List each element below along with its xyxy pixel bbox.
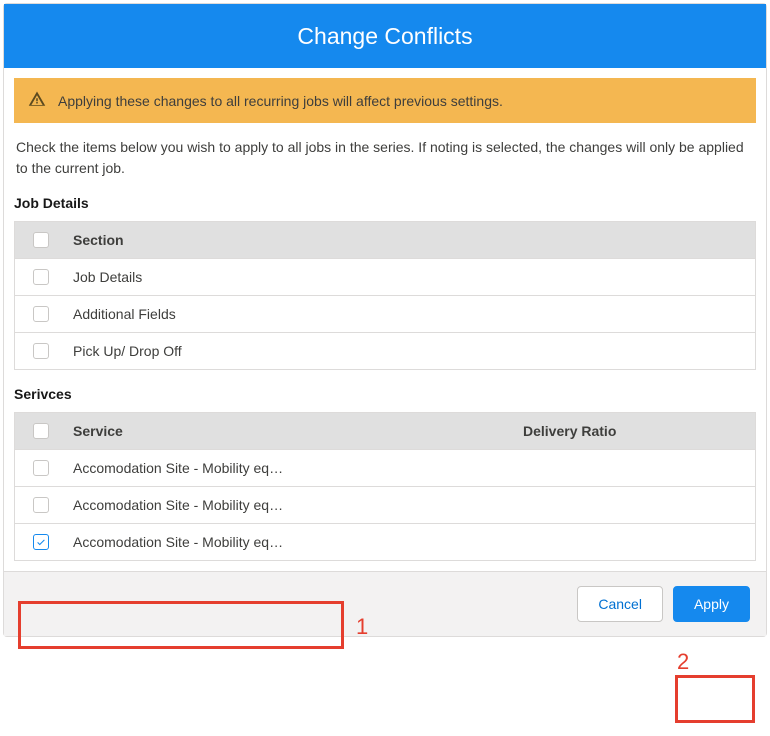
row-checkbox[interactable] xyxy=(33,534,49,550)
column-header-service: Service xyxy=(73,423,499,439)
table-row: Job Details xyxy=(15,258,755,295)
select-all-checkbox[interactable] xyxy=(33,232,49,248)
row-label: Job Details xyxy=(73,269,142,285)
row-service: Accomodation Site - Mobility eq… xyxy=(73,497,499,513)
warning-text: Applying these changes to all recurring … xyxy=(58,93,503,109)
row-label: Pick Up/ Drop Off xyxy=(73,343,182,359)
job-details-table: Section Job Details Additional Fields Pi… xyxy=(14,221,756,370)
table-row: Pick Up/ Drop Off xyxy=(15,332,755,369)
row-service: Accomodation Site - Mobility eq… xyxy=(73,534,499,550)
description-text: Check the items below you wish to apply … xyxy=(16,137,754,179)
annotation-label-two: 2 xyxy=(677,649,689,675)
modal-footer: Cancel Apply xyxy=(4,571,766,636)
modal-change-conflicts: Change Conflicts Applying these changes … xyxy=(3,3,767,637)
annotation-box-apply xyxy=(675,675,755,723)
row-service: Accomodation Site - Mobility eq… xyxy=(73,460,499,476)
warning-icon xyxy=(28,90,46,111)
section-title-services: Serivces xyxy=(14,386,756,402)
column-header-ratio: Delivery Ratio xyxy=(523,423,743,439)
section-title-job-details: Job Details xyxy=(14,195,756,211)
modal-body: Applying these changes to all recurring … xyxy=(4,68,766,571)
row-checkbox[interactable] xyxy=(33,497,49,513)
table-row: Accomodation Site - Mobility eq… xyxy=(15,449,755,486)
services-table: Service Delivery Ratio Accomodation Site… xyxy=(14,412,756,561)
cancel-button[interactable]: Cancel xyxy=(577,586,663,622)
modal-title: Change Conflicts xyxy=(297,23,472,50)
services-header-row: Service Delivery Ratio xyxy=(15,413,755,449)
job-details-header-row: Section xyxy=(15,222,755,258)
table-row: Accomodation Site - Mobility eq… xyxy=(15,523,755,560)
row-checkbox[interactable] xyxy=(33,306,49,322)
row-checkbox[interactable] xyxy=(33,269,49,285)
row-checkbox[interactable] xyxy=(33,343,49,359)
select-all-checkbox[interactable] xyxy=(33,423,49,439)
warning-alert: Applying these changes to all recurring … xyxy=(14,78,756,123)
row-checkbox[interactable] xyxy=(33,460,49,476)
table-row: Accomodation Site - Mobility eq… xyxy=(15,486,755,523)
apply-button[interactable]: Apply xyxy=(673,586,750,622)
row-label: Additional Fields xyxy=(73,306,176,322)
column-header-section: Section xyxy=(73,232,124,248)
modal-header: Change Conflicts xyxy=(4,4,766,68)
table-row: Additional Fields xyxy=(15,295,755,332)
